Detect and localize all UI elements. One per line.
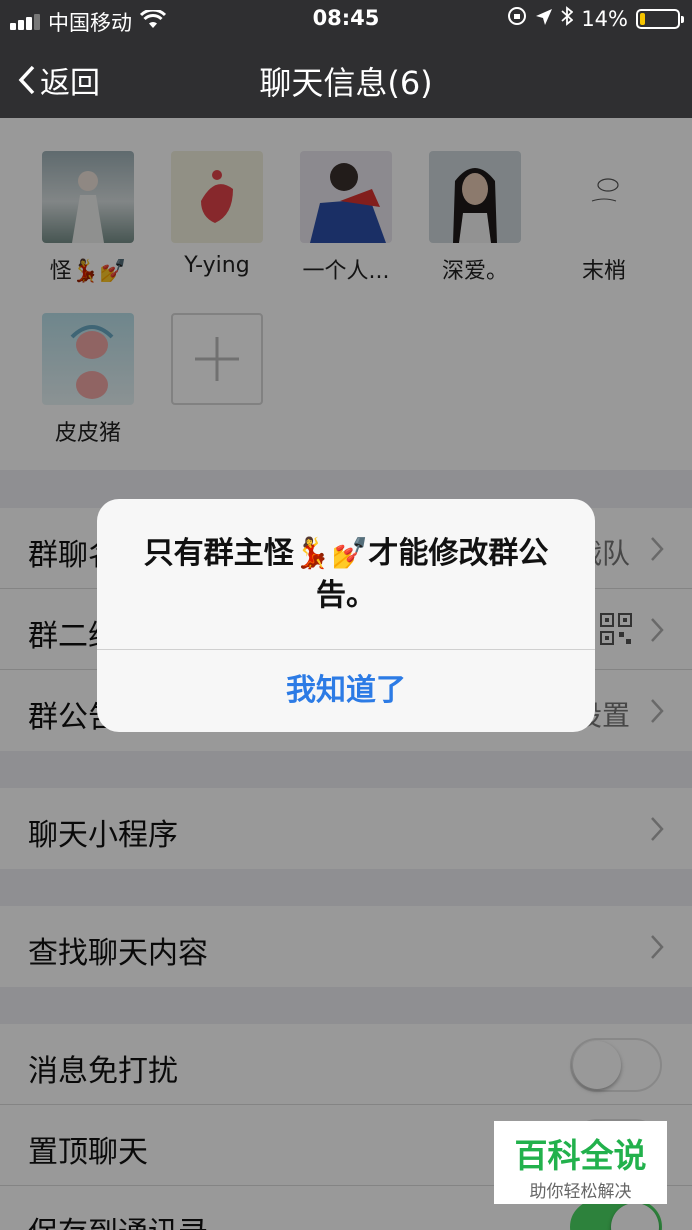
rotation-lock-icon	[507, 6, 527, 31]
location-icon	[535, 7, 553, 31]
watermark-subtitle: 助你轻松解决	[529, 1182, 632, 1202]
battery-icon	[636, 8, 684, 29]
nav-bar: 返回 聊天信息(6)	[0, 38, 692, 118]
alert-dialog: 只有群主怪💃💅才能修改群公告。 我知道了	[97, 499, 595, 732]
watermark: 百科全说 助你轻松解决	[494, 1121, 667, 1204]
watermark-title: 百科全说	[514, 1136, 647, 1175]
status-bar: 中国移动 08:45 14%	[0, 0, 692, 38]
alert-message: 只有群主怪💃💅才能修改群公告。	[143, 536, 549, 613]
bluetooth-icon	[561, 6, 574, 31]
battery-percent: 14%	[581, 6, 628, 31]
confirm-button[interactable]: 我知道了	[97, 650, 595, 732]
page-title: 聊天信息(6)	[259, 64, 433, 102]
